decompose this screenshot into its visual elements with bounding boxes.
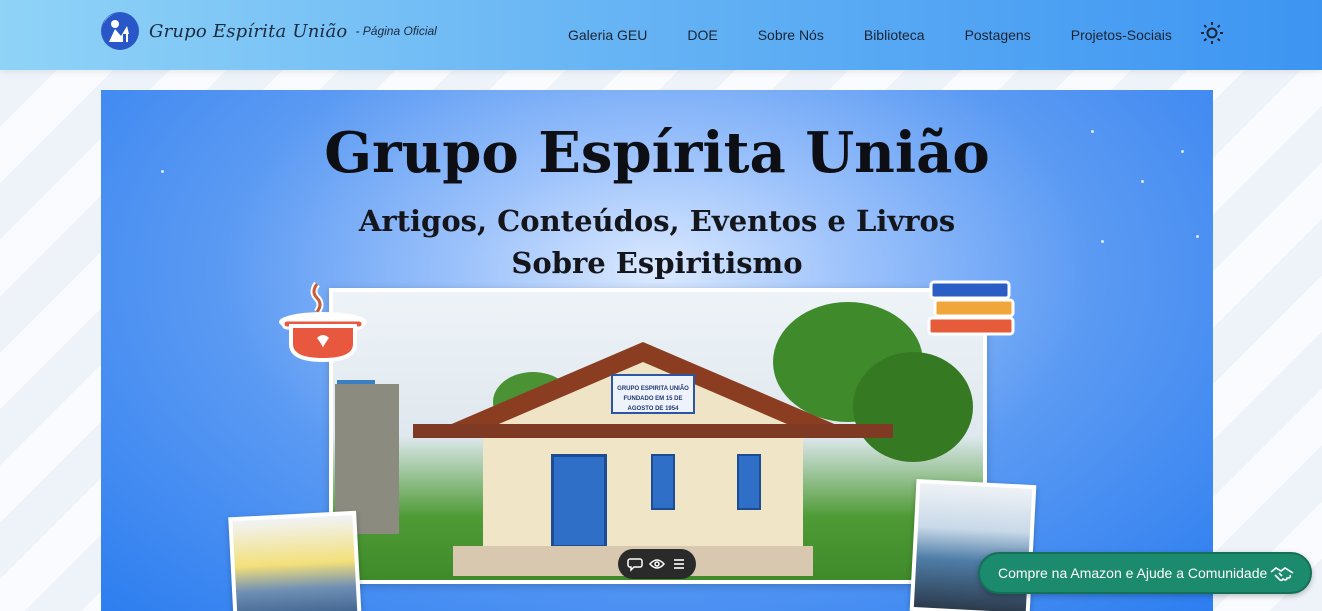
main-nav: Galeria GEU DOE Sobre Nós Biblioteca Pos… (548, 0, 1192, 70)
handshake-icon (1270, 564, 1294, 584)
nav-sobre-nos[interactable]: Sobre Nós (758, 27, 824, 43)
amazon-support-button[interactable]: Compre na Amazon e Ajude a Comunidade (978, 552, 1312, 594)
sun-icon[interactable] (1200, 21, 1224, 45)
nav-galeria-geu[interactable]: Galeria GEU (568, 27, 647, 43)
menu-icon[interactable] (671, 556, 687, 572)
porch-roof (413, 424, 893, 438)
hero-banner: Grupo Espírita União Artigos, Conteúdos,… (101, 90, 1213, 611)
house-photo: GRUPO ESPIRITA UNIÃO FUNDADO EM 15 DE AG… (329, 288, 987, 584)
logo-title: Grupo Espírita União (149, 20, 348, 42)
nav-postagens[interactable]: Postagens (965, 27, 1031, 43)
soup-pot-icon (277, 280, 369, 363)
house-photo-image: GRUPO ESPIRITA UNIÃO FUNDADO EM 15 DE AG… (333, 292, 983, 580)
hero-subtitle-line2: Sobre Espiritismo (511, 246, 803, 280)
hero-subtitle-line1: Artigos, Conteúdos, Eventos e Livros (358, 204, 956, 238)
amazon-support-label: Compre na Amazon e Ajude a Comunidade (998, 565, 1268, 581)
hero-title: Grupo Espírita União (324, 120, 990, 186)
house-window (737, 454, 761, 510)
nav-biblioteca[interactable]: Biblioteca (864, 27, 925, 43)
comment-icon[interactable] (627, 556, 643, 572)
nav-doe[interactable]: DOE (687, 27, 717, 43)
house-sign: GRUPO ESPIRITA UNIÃO FUNDADO EM 15 DE AG… (611, 374, 695, 414)
site-header: Grupo Espírita União - Página Oficial Ga… (0, 0, 1322, 70)
hero-subtitle: Artigos, Conteúdos, Eventos e Livros Sob… (101, 200, 1213, 284)
sign-line2: FUNDADO EM 15 DE AGOSTO DE 1954 (623, 396, 683, 412)
house-door (551, 454, 607, 548)
community-photo-left-image (232, 514, 358, 611)
community-photo-left (228, 510, 362, 611)
tree-illustration (853, 352, 973, 462)
house-window (651, 454, 675, 510)
books-icon (927, 272, 1019, 344)
logo-icon (101, 12, 139, 50)
floating-toolbar (618, 549, 696, 579)
site-logo[interactable]: Grupo Espírita União - Página Oficial (101, 12, 437, 50)
sign-line1: GRUPO ESPIRITA UNIÃO (617, 386, 689, 392)
eye-icon[interactable] (649, 556, 665, 572)
nav-projetos-sociais[interactable]: Projetos-Sociais (1071, 27, 1172, 43)
logo-subtitle: - Página Oficial (355, 24, 437, 38)
